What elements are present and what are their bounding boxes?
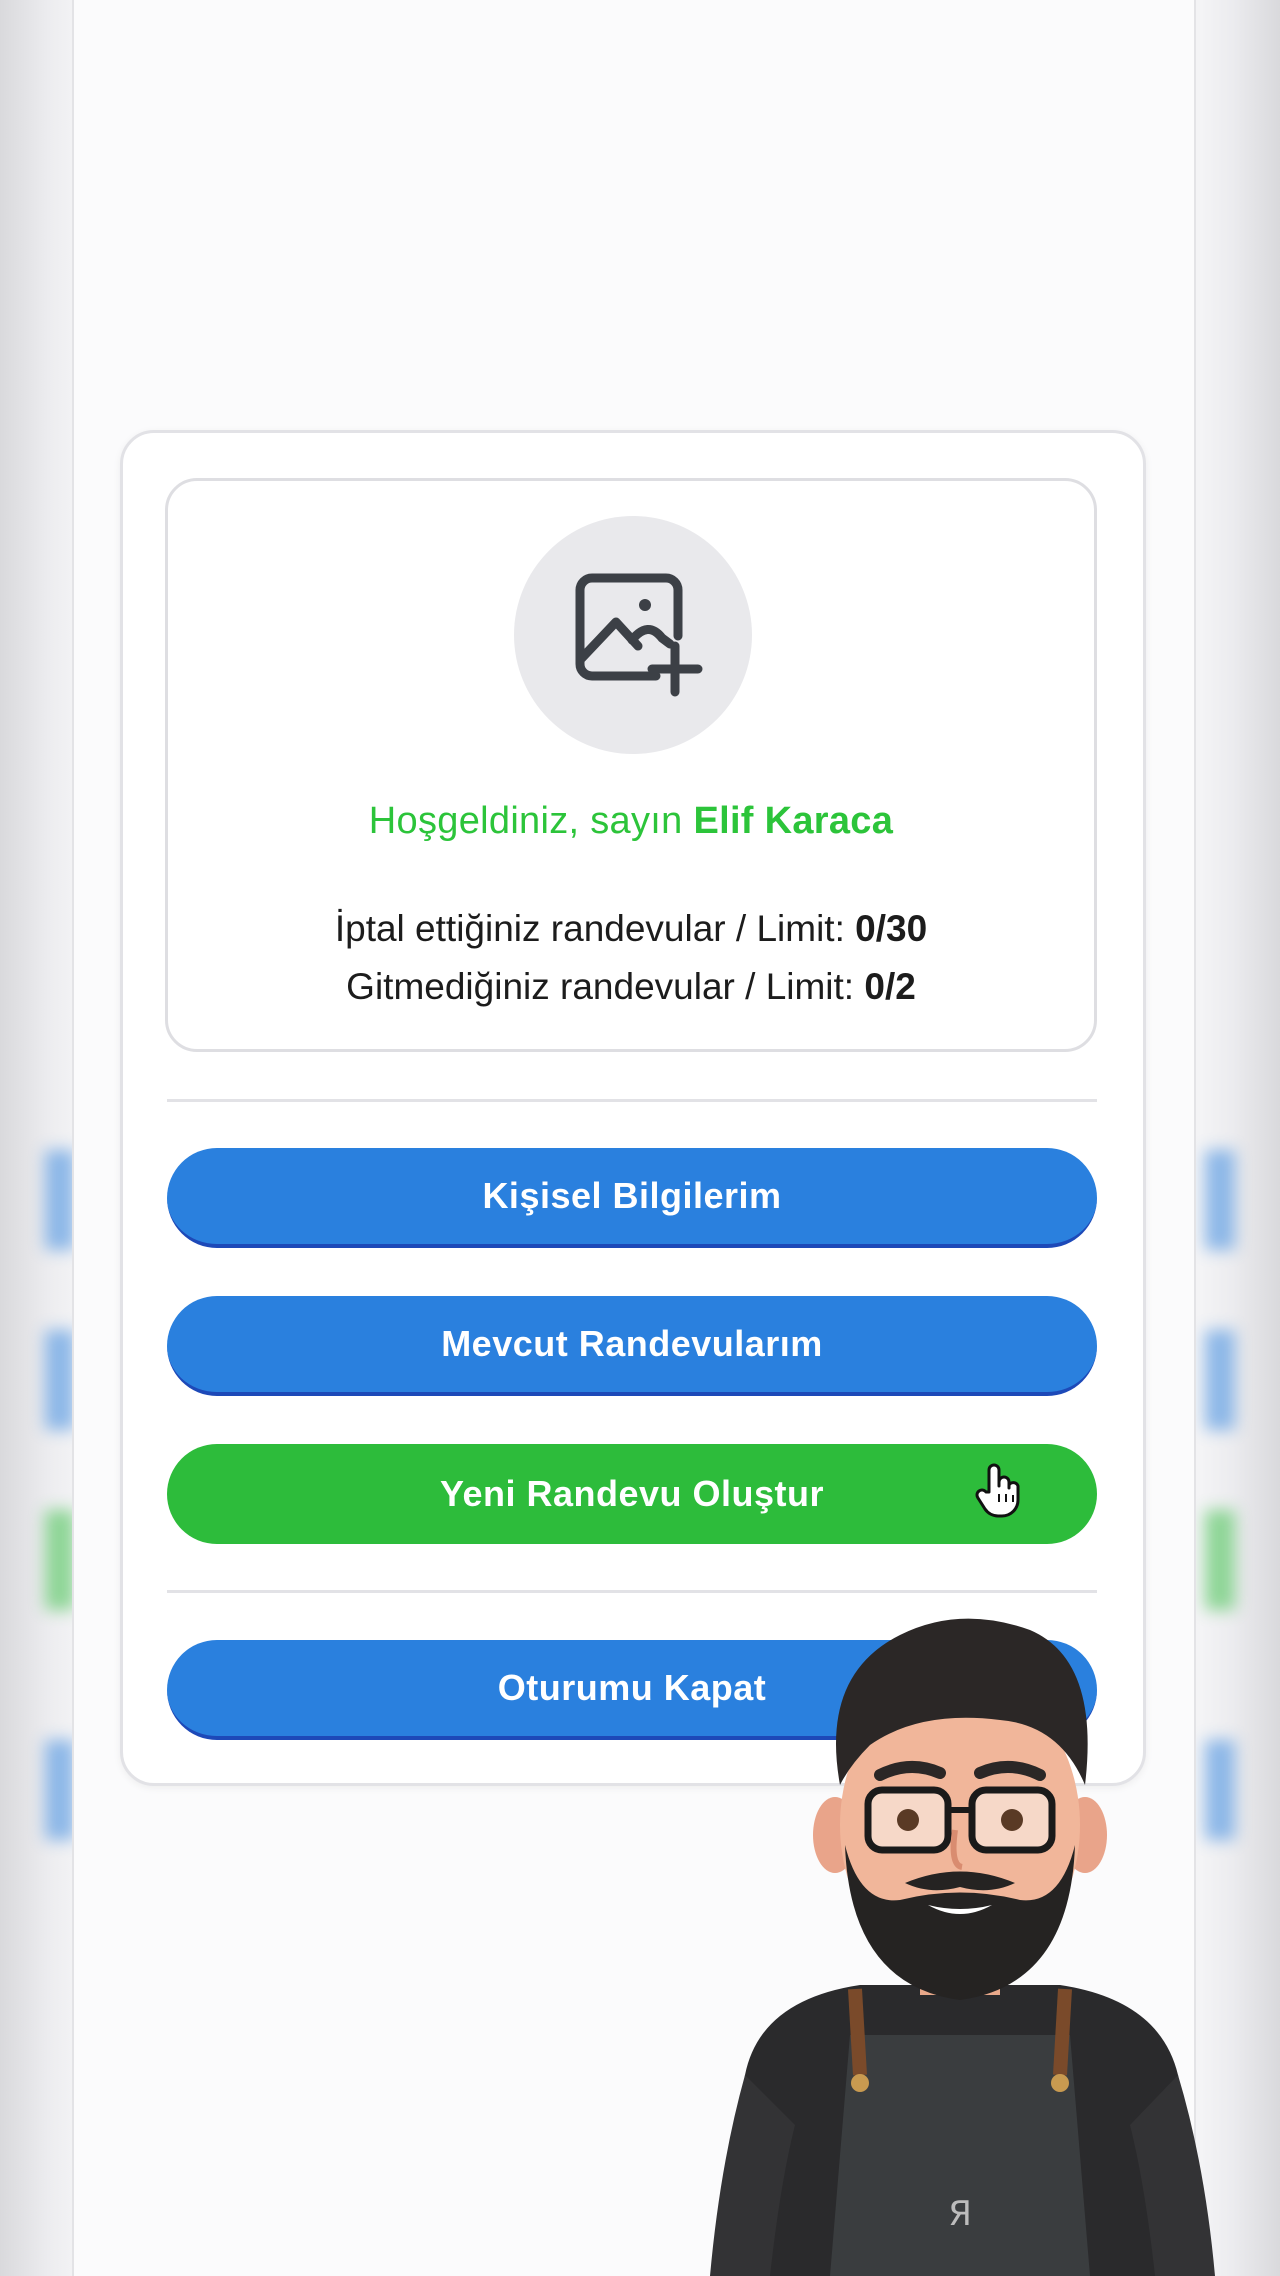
divider xyxy=(167,1099,1097,1102)
blurred-button xyxy=(1205,1150,1235,1250)
blurred-button xyxy=(45,1330,75,1430)
blurred-button xyxy=(45,1510,75,1610)
blurred-button xyxy=(45,1150,75,1250)
personal-info-button[interactable]: Kişisel Bilgilerim xyxy=(167,1148,1097,1248)
missed-limit-value: 0/2 xyxy=(864,966,916,1007)
missed-limit: Gitmediğiniz randevular / Limit: 0/2 xyxy=(165,966,1097,1008)
cancelled-limit-value: 0/30 xyxy=(855,908,928,949)
user-name: Elif Karaca xyxy=(693,800,894,842)
welcome-message: Hoşgeldiniz, sayın Elif Karaca xyxy=(165,800,1097,843)
current-appointments-button[interactable]: Mevcut Randevularım xyxy=(167,1296,1097,1396)
blurred-button xyxy=(45,1740,75,1840)
divider xyxy=(167,1590,1097,1593)
blurred-button xyxy=(1205,1330,1235,1430)
cancelled-limit-label: İptal ettiğiniz randevular / Limit: xyxy=(334,908,845,949)
avatar-upload[interactable] xyxy=(514,516,752,754)
new-appointment-button[interactable]: Yeni Randevu Oluştur xyxy=(167,1444,1097,1544)
cancelled-limit: İptal ettiğiniz randevular / Limit: 0/30 xyxy=(165,908,1097,950)
image-add-icon xyxy=(575,573,703,697)
mascot-character: Я xyxy=(710,1618,1215,2276)
blurred-button xyxy=(1205,1510,1235,1610)
blurred-background-left xyxy=(0,0,80,2276)
svg-text:Я: Я xyxy=(948,2194,972,2234)
welcome-prefix: Hoşgeldiniz, sayın xyxy=(368,800,683,842)
hand-cursor-icon xyxy=(975,1463,1020,1518)
missed-limit-label: Gitmediğiniz randevular / Limit: xyxy=(346,966,855,1007)
